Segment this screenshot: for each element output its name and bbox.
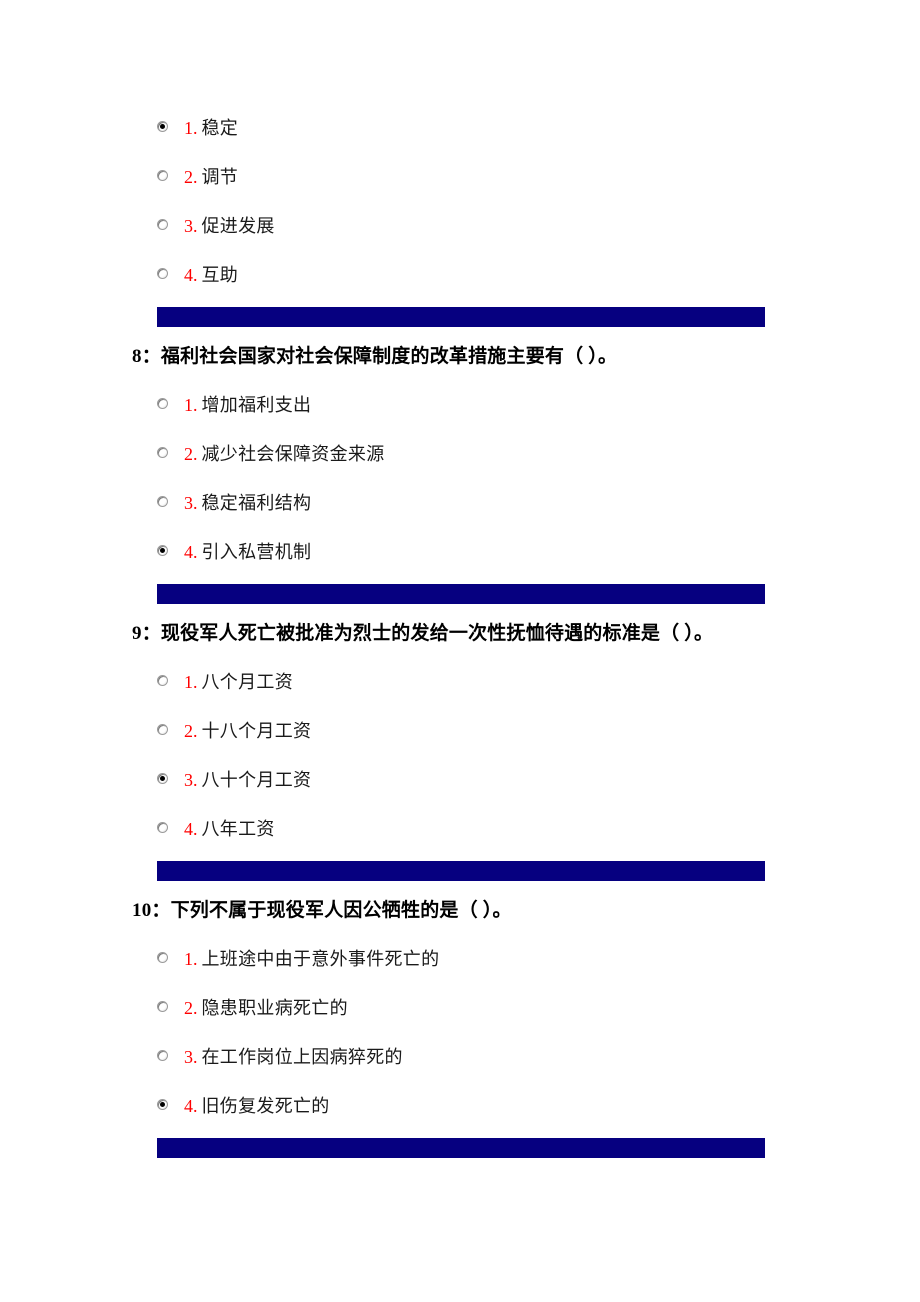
option-row[interactable]: 3. 促进发展 (0, 202, 920, 251)
question-block: 9：现役军人死亡被批准为烈士的发给一次性抚恤待遇的标准是（ ）。 1. 八个月工资 2… (0, 610, 920, 881)
option-label: 八年工资 (201, 819, 275, 839)
section-divider-bar (157, 307, 765, 327)
option-label: 调节 (201, 167, 239, 187)
option-row[interactable]: 4. 旧伤复发死亡的 (0, 1082, 920, 1131)
option-group: 1. 增加福利支出 2. 减少社会保障资金来源 3. 稳定福利结构 4. 引入私营机制 (0, 381, 920, 577)
quiz-page: 1. 稳定 2. 调节 3. 促进发展 4. 互助 8：福利社会国家对社会保障制度的改革措施主要… (0, 0, 920, 1302)
option-row[interactable]: 4. 引入私营机制 (0, 528, 920, 577)
radio-button-icon[interactable] (157, 268, 168, 279)
option-label: 八十个月工资 (201, 770, 312, 790)
option-label: 互助 (201, 265, 239, 285)
option-row[interactable]: 2. 调节 (0, 153, 920, 202)
radio-button-selected-icon[interactable] (157, 121, 168, 132)
radio-button-icon[interactable] (157, 496, 168, 507)
option-label: 上班途中由于意外事件死亡的 (201, 949, 440, 969)
question-heading: 8：福利社会国家对社会保障制度的改革措施主要有（ ）。 (132, 346, 618, 367)
option-label: 稳定福利结构 (201, 493, 312, 513)
section-divider-bar (157, 861, 765, 881)
radio-button-icon[interactable] (157, 447, 168, 458)
radio-button-icon[interactable] (157, 219, 168, 230)
radio-button-icon[interactable] (157, 952, 168, 963)
radio-button-icon[interactable] (157, 1050, 168, 1061)
option-row[interactable]: 4. 互助 (0, 251, 920, 300)
radio-button-icon[interactable] (157, 170, 168, 181)
question-block: 8：福利社会国家对社会保障制度的改革措施主要有（ ）。 1. 增加福利支出 2. 减少社… (0, 333, 920, 604)
question-heading: 9：现役军人死亡被批准为烈士的发给一次性抚恤待遇的标准是（ ）。 (132, 623, 714, 644)
page-bottom-spacer (0, 1164, 920, 1284)
option-row[interactable]: 3. 在工作岗位上因病猝死的 (0, 1033, 920, 1082)
option-row[interactable]: 2. 减少社会保障资金来源 (0, 430, 920, 479)
option-row[interactable]: 1. 八个月工资 (0, 658, 920, 707)
radio-button-selected-icon[interactable] (157, 1099, 168, 1110)
option-row[interactable]: 3. 稳定福利结构 (0, 479, 920, 528)
option-row[interactable]: 2. 隐患职业病死亡的 (0, 984, 920, 1033)
radio-button-icon[interactable] (157, 398, 168, 409)
option-row[interactable]: 3. 八十个月工资 (0, 756, 920, 805)
option-group: 1. 八个月工资 2. 十八个月工资 3. 八十个月工资 4. 八年工资 (0, 658, 920, 854)
option-row[interactable]: 1. 上班途中由于意外事件死亡的 (0, 935, 920, 984)
option-label: 旧伤复发死亡的 (201, 1096, 330, 1116)
question-block: 10：下列不属于现役军人因公牺牲的是（ ）。 1. 上班途中由于意外事件死亡的 2. 隐… (0, 887, 920, 1158)
section-divider-bar (157, 584, 765, 604)
option-row[interactable]: 1. 稳定 (0, 104, 920, 153)
section-divider-bar (157, 1138, 765, 1158)
option-row[interactable]: 1. 增加福利支出 (0, 381, 920, 430)
option-label: 引入私营机制 (201, 542, 312, 562)
radio-button-icon[interactable] (157, 724, 168, 735)
question-heading: 10：下列不属于现役军人因公牺牲的是（ ）。 (132, 900, 512, 921)
radio-button-selected-icon[interactable] (157, 773, 168, 784)
radio-button-icon[interactable] (157, 1001, 168, 1012)
question-list: 1. 稳定 2. 调节 3. 促进发展 4. 互助 8：福利社会国家对社会保障制度的改革措施主要… (0, 104, 920, 1158)
option-group: 1. 稳定 2. 调节 3. 促进发展 4. 互助 (0, 104, 920, 300)
option-label: 增加福利支出 (201, 395, 312, 415)
option-row[interactable]: 2. 十八个月工资 (0, 707, 920, 756)
option-label: 稳定 (201, 118, 239, 138)
question-block: 1. 稳定 2. 调节 3. 促进发展 4. 互助 (0, 104, 920, 327)
option-label: 十八个月工资 (201, 721, 312, 741)
option-row[interactable]: 4. 八年工资 (0, 805, 920, 854)
option-label: 八个月工资 (201, 672, 293, 692)
option-label: 在工作岗位上因病猝死的 (201, 1047, 403, 1067)
option-label: 促进发展 (201, 216, 275, 236)
option-label: 减少社会保障资金来源 (201, 444, 385, 464)
radio-button-icon[interactable] (157, 822, 168, 833)
option-label: 隐患职业病死亡的 (201, 998, 348, 1018)
option-group: 1. 上班途中由于意外事件死亡的 2. 隐患职业病死亡的 3. 在工作岗位上因病猝死的 4.… (0, 935, 920, 1131)
radio-button-icon[interactable] (157, 675, 168, 686)
radio-button-selected-icon[interactable] (157, 545, 168, 556)
